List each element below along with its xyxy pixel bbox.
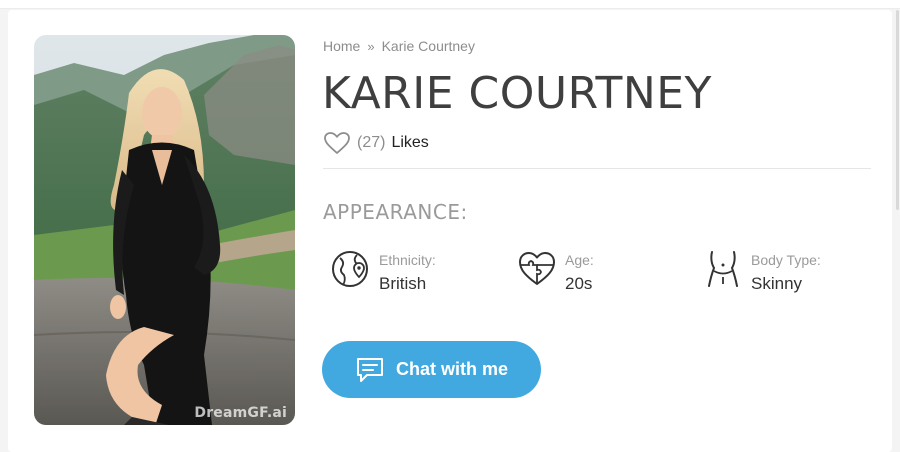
divider [323,168,871,169]
chat-bubble-icon [356,357,383,382]
chat-with-me-button[interactable]: Chat with me [322,341,541,398]
likes-row: (27) Likes [323,130,429,156]
body-type-value: Skinny [751,274,803,293]
likes-label: Likes [391,134,429,151]
globe-pin-icon [332,251,368,287]
breadcrumb: Home » Karie Courtney [323,38,475,54]
breadcrumb-separator: » [367,39,375,54]
body-type-label: Body Type: [751,252,821,268]
age-label: Age: [565,252,594,268]
likes-count: (27) [357,134,386,151]
body-figure-icon [708,251,738,287]
photo-watermark: DreamGF.ai [194,405,287,421]
profile-photo: DreamGF.ai [34,35,295,425]
scrollbar[interactable] [896,10,899,210]
breadcrumb-current: Karie Courtney [381,38,475,54]
ethnicity-value: British [379,274,427,293]
breadcrumb-home-link[interactable]: Home [323,38,360,54]
heart-puzzle-icon [519,252,555,285]
attribute-age: Age: 20s [517,248,594,295]
attribute-ethnicity: Ethnicity: British [331,248,436,295]
attribute-body-type: Body Type: Skinny [703,248,821,295]
top-bar [0,0,900,9]
ethnicity-label: Ethnicity: [379,252,436,268]
profile-name: KARIE COURTNEY [322,68,712,119]
age-value: 20s [565,274,593,293]
appearance-title: APPEARANCE: [323,200,468,224]
heart-icon[interactable] [323,131,351,155]
chat-button-label: Chat with me [395,359,508,379]
